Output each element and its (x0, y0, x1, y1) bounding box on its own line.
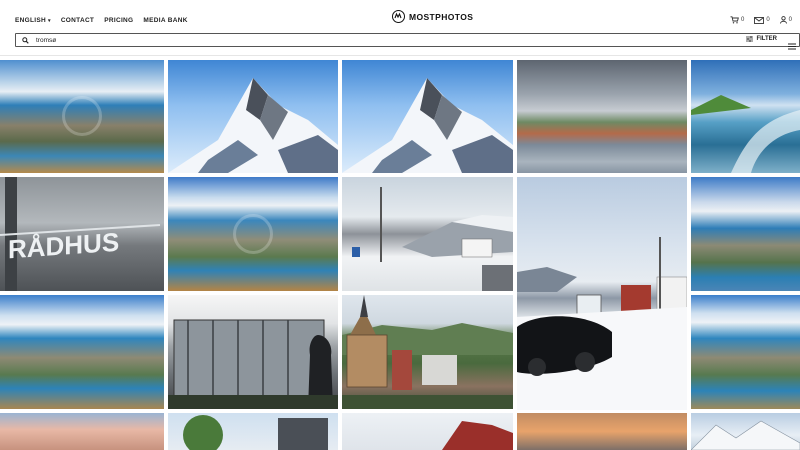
photo-tile[interactable] (168, 413, 338, 450)
svg-text:RÅDHUS: RÅDHUS (8, 227, 119, 265)
photo-tile[interactable]: RÅDHUS (0, 177, 164, 291)
cart-icon (730, 16, 739, 24)
photo-tile[interactable] (0, 295, 164, 409)
photo-tile[interactable] (0, 60, 164, 173)
search-input[interactable] (36, 36, 636, 44)
photo-tile[interactable] (691, 177, 800, 291)
logo-text: MOSTPHOTOS (409, 11, 474, 22)
header-actions: 0 0 0 (730, 16, 792, 24)
cart-button[interactable]: 0 (730, 16, 744, 24)
filter-label: FILTER (756, 36, 777, 42)
photo-tile[interactable] (168, 177, 338, 291)
photo-tile[interactable] (0, 413, 164, 450)
messages-button[interactable]: 0 (754, 16, 770, 24)
photo-tile[interactable] (342, 413, 513, 450)
search-bar: FILTER (15, 33, 800, 50)
nav-pricing-link[interactable]: PRICING (104, 17, 133, 24)
photo-tile[interactable] (517, 177, 687, 410)
nav-contact-link[interactable]: CONTACT (61, 17, 94, 24)
nav-media-bank-link[interactable]: MEDIA BANK (143, 17, 187, 24)
filter-button[interactable]: FILTER (746, 36, 777, 42)
messages-count: 0 (766, 17, 770, 23)
photo-tile[interactable] (342, 177, 513, 291)
profile-button[interactable]: 0 (779, 16, 792, 24)
mail-icon (754, 16, 765, 24)
logo-mark-icon (392, 10, 405, 23)
top-nav: ENGLISH ▾ CONTACT PRICING MEDIA BANK (15, 17, 188, 24)
sliders-icon (746, 36, 754, 42)
photo-tile[interactable] (342, 60, 513, 173)
chevron-down-icon: ▾ (48, 18, 51, 24)
search-icon[interactable] (22, 36, 32, 44)
photo-tile[interactable] (517, 60, 687, 173)
photo-tile[interactable] (691, 60, 800, 173)
site-header: ENGLISH ▾ CONTACT PRICING MEDIA BANK MOST… (0, 0, 800, 32)
user-icon (779, 16, 787, 24)
site-logo[interactable]: MOSTPHOTOS (392, 10, 473, 23)
photo-tile[interactable] (168, 60, 338, 173)
language-selector[interactable]: ENGLISH ▾ (15, 17, 51, 24)
photo-tile[interactable] (168, 295, 338, 409)
photo-tile[interactable] (342, 295, 513, 409)
photo-tile[interactable] (691, 295, 800, 409)
header-divider (0, 55, 800, 56)
hamburger-icon[interactable] (788, 37, 796, 55)
profile-count: 0 (788, 17, 792, 23)
photo-tile[interactable] (691, 413, 800, 450)
cart-count: 0 (740, 17, 745, 23)
photo-tile[interactable] (517, 413, 687, 450)
language-label: ENGLISH (15, 17, 46, 24)
